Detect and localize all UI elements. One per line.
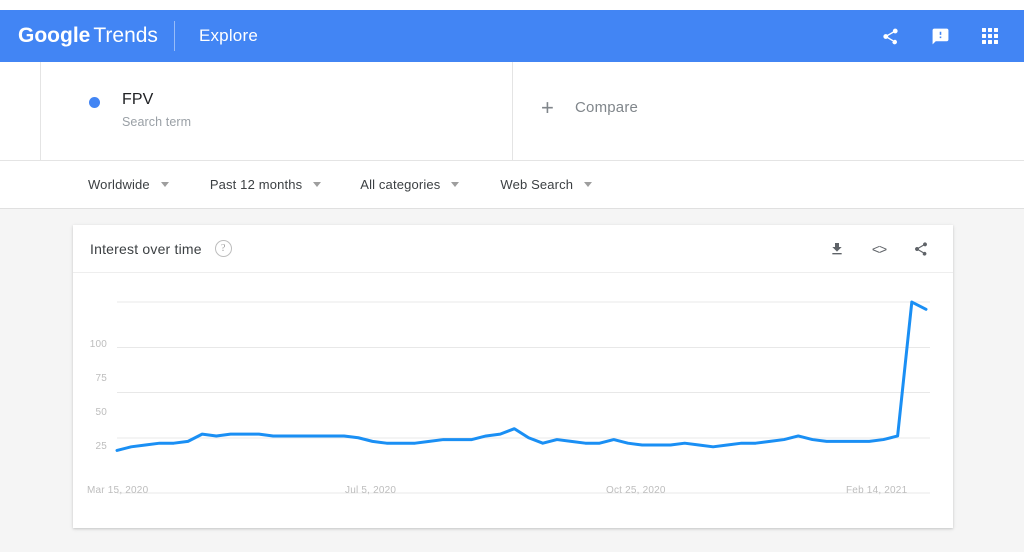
chart-area[interactable]: 100 75 50 25 Mar 15, 2020 Jul 5, 2020 Oc…	[73, 273, 953, 527]
interest-over-time-card: Interest over time ? <> 100 75 50 25 Mar…	[73, 225, 953, 528]
app-bar-actions	[878, 24, 1002, 48]
app-bar: Google Trends Explore	[0, 10, 1024, 62]
x-axis-tick-2: Jul 5, 2020	[345, 485, 397, 496]
filter-time-range-label: Past 12 months	[209, 177, 303, 192]
filter-location-label: Worldwide	[88, 177, 150, 192]
embed-code-glyph: <>	[871, 240, 887, 257]
nav-explore[interactable]: Explore	[199, 26, 258, 46]
logo-trends-text: Trends	[93, 24, 158, 47]
card-title: Interest over time	[90, 240, 202, 257]
search-term-label: FPV	[122, 91, 154, 108]
y-axis-tick-25: 25	[95, 441, 107, 452]
search-term-card[interactable]: FPV Search term	[41, 62, 513, 161]
chevron-down-icon	[160, 182, 169, 187]
y-axis-tick-75: 75	[95, 373, 107, 384]
search-term-type: Search term	[122, 115, 192, 129]
x-axis-tick-start: Mar 15, 2020	[87, 485, 149, 496]
compare-button[interactable]: + Compare	[513, 62, 1024, 161]
plus-icon: +	[541, 94, 554, 120]
share-icon[interactable]	[878, 24, 902, 48]
filter-time-range[interactable]: Past 12 months	[209, 177, 322, 192]
interest-over-time-chart[interactable]	[73, 273, 953, 527]
compare-label: Compare	[575, 99, 639, 116]
query-left-gutter	[0, 62, 41, 161]
card-actions: <>	[827, 239, 931, 259]
y-axis-tick-50: 50	[95, 407, 107, 418]
filter-category[interactable]: All categories	[360, 177, 460, 192]
chevron-down-icon	[313, 182, 322, 187]
filter-search-type-label: Web Search	[500, 177, 574, 192]
download-icon[interactable]	[827, 239, 847, 259]
chevron-down-icon	[584, 182, 593, 187]
y-axis-tick-100: 100	[89, 339, 107, 350]
card-header: Interest over time ? <>	[73, 225, 953, 273]
filter-search-type[interactable]: Web Search	[500, 177, 593, 192]
x-axis-tick-end: Feb 14, 2021	[846, 485, 908, 496]
series-color-dot	[89, 97, 100, 108]
help-icon[interactable]: ?	[214, 240, 232, 257]
filter-location[interactable]: Worldwide	[88, 177, 169, 192]
embed-code-icon[interactable]: <>	[869, 239, 889, 259]
page-body: Interest over time ? <> 100 75 50 25 Mar…	[0, 209, 1024, 552]
search-term-text: FPV Search term	[122, 90, 191, 129]
apps-grid-icon[interactable]	[978, 24, 1002, 48]
query-row: FPV Search term + Compare	[0, 62, 1024, 161]
x-axis-tick-3: Oct 25, 2020	[606, 485, 666, 496]
filter-category-label: All categories	[360, 177, 441, 192]
google-trends-logo[interactable]: Google Trends	[18, 24, 158, 48]
chevron-down-icon	[451, 182, 460, 187]
feedback-icon[interactable]	[928, 24, 952, 48]
share-icon[interactable]	[911, 239, 931, 259]
app-bar-divider	[173, 21, 175, 51]
filter-bar: Worldwide Past 12 months All categories …	[0, 161, 1024, 209]
logo-google-text: Google	[18, 24, 91, 47]
